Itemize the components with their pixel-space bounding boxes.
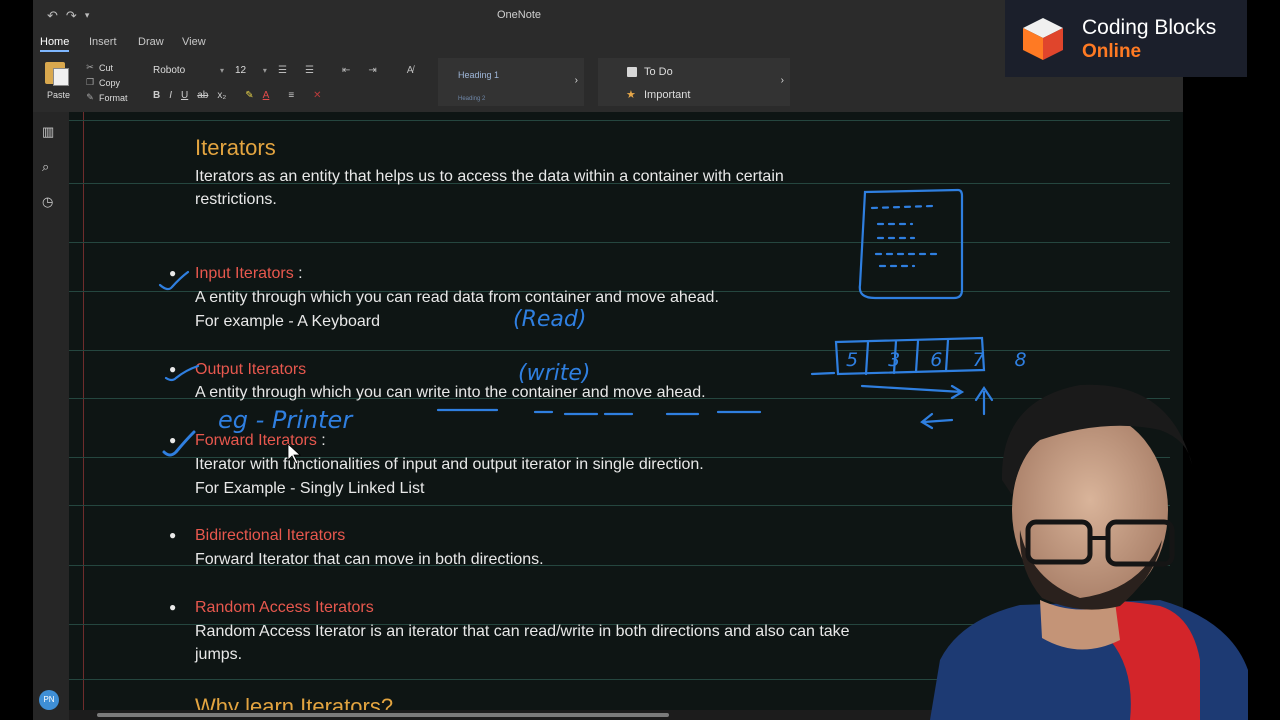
- tab-draw[interactable]: Draw: [138, 36, 164, 48]
- brush-icon: ✎: [86, 92, 94, 102]
- copy-button[interactable]: ❐ Copy: [85, 75, 128, 90]
- star-icon: ★: [626, 89, 636, 101]
- scrollbar-thumb[interactable]: [97, 713, 669, 717]
- style-heading-1[interactable]: Heading 1: [458, 70, 499, 80]
- tab-insert[interactable]: Insert: [89, 36, 117, 48]
- section-line: For example - A Keyboard: [195, 313, 380, 330]
- presenter-webcam: [930, 384, 1248, 720]
- paste-icon: [45, 62, 69, 86]
- styles-gallery[interactable]: Heading 1 Heading 2 ›: [438, 58, 584, 106]
- section-line: jumps.: [195, 646, 243, 663]
- style-heading-2[interactable]: Heading 2: [458, 96, 485, 102]
- format-painter-button[interactable]: ✎ Format: [85, 90, 128, 105]
- section-heading: Forward Iterators :: [195, 429, 326, 453]
- recent-icon[interactable]: ◷: [42, 194, 53, 210]
- next-section-title: Why learn Iterators?: [195, 694, 394, 710]
- section-heading: Output Iterators: [195, 358, 306, 382]
- rule-line: [69, 242, 1170, 243]
- format-label: Format: [99, 92, 128, 103]
- font-name-value: Roboto: [153, 65, 186, 76]
- logo-line-2: Online: [1082, 41, 1142, 62]
- section-line: A entity through which you can read data…: [195, 289, 719, 306]
- clear-format-icon[interactable]: A̸: [407, 65, 414, 76]
- section-line: Iterator with functionalities of input a…: [195, 456, 704, 473]
- checkbox-icon: [627, 67, 637, 77]
- italic-button[interactable]: I: [169, 90, 172, 101]
- brand-logo: Coding Blocks Online: [1005, 0, 1247, 77]
- cube-logo-icon: [1023, 18, 1063, 60]
- delete-icon[interactable]: ✕: [313, 90, 321, 101]
- font-size-dropdown[interactable]: 12 ▾: [235, 65, 267, 76]
- bullet-icon: ●: [169, 433, 177, 447]
- tags-gallery[interactable]: To Do ★ Important ›: [598, 58, 790, 106]
- tag-important[interactable]: Important: [644, 89, 690, 101]
- copy-label: Copy: [99, 77, 121, 88]
- font-size-value: 12: [235, 65, 247, 76]
- page-title: Iterators: [195, 135, 276, 160]
- section-line: For Example - Singly Linked List: [195, 480, 425, 497]
- section-heading-suffix: :: [316, 432, 326, 449]
- tab-home[interactable]: Home: [40, 36, 70, 52]
- section-heading: Bidirectional Iterators: [195, 524, 345, 548]
- indent-icon[interactable]: ⇥: [368, 65, 376, 76]
- section-line: A entity through which you can write int…: [195, 384, 706, 401]
- notebooks-icon[interactable]: ▥: [42, 124, 54, 140]
- list-buttons: ☰ ☰ ⇤ ⇥ A̸: [278, 65, 413, 76]
- cut-label: Cut: [99, 62, 114, 73]
- search-icon[interactable]: ⌕: [42, 159, 49, 175]
- outdent-icon[interactable]: ⇤: [342, 65, 350, 76]
- section-heading-text: Bidirectional Iterators: [195, 527, 346, 544]
- paste-label: Paste: [47, 90, 71, 100]
- tag-todo[interactable]: To Do: [644, 66, 673, 78]
- bullet-icon: ●: [169, 528, 177, 542]
- format-buttons: B I U ab x₂ ✎ A ≡ ✕: [153, 90, 322, 101]
- tab-view[interactable]: View: [182, 36, 206, 48]
- margin-line: [83, 112, 84, 710]
- section-heading-suffix: :: [293, 265, 303, 282]
- section-heading: Random Access Iterators: [195, 596, 374, 620]
- section-line: Forward Iterator that can move in both d…: [195, 551, 544, 568]
- logo-line-1: Coding Blocks: [1082, 16, 1217, 39]
- left-nav: ▥ ⌕ ◷ PN: [33, 112, 69, 720]
- rule-line: [69, 120, 1170, 121]
- font-color-icon[interactable]: A: [263, 90, 270, 101]
- intro-line-1: Iterators as an entity that helps us to …: [195, 168, 784, 185]
- numbering-icon[interactable]: ☰: [305, 65, 314, 76]
- copy-icon: ❐: [85, 77, 95, 87]
- section-heading-text: Input Iterators: [195, 265, 294, 282]
- paste-button[interactable]: Paste: [39, 58, 77, 104]
- bold-button[interactable]: B: [153, 90, 160, 101]
- section-heading-text: Output Iterators: [195, 361, 307, 378]
- avatar[interactable]: PN: [39, 690, 59, 710]
- intro-line-2: restrictions.: [195, 191, 277, 208]
- highlight-icon[interactable]: ✎: [245, 90, 253, 101]
- bullet-icon: ●: [169, 266, 177, 280]
- chevron-down-icon: ▾: [220, 66, 225, 75]
- bullet-icon: ●: [169, 362, 177, 376]
- strikethrough-button[interactable]: ab: [197, 90, 208, 101]
- underline-button[interactable]: U: [181, 90, 188, 101]
- title-bar: ↶ ↷ ▾ OneNote: [33, 0, 1005, 32]
- section-heading: Input Iterators :: [195, 262, 303, 286]
- app-title: OneNote: [496, 9, 542, 21]
- scissors-icon: ✂: [86, 62, 94, 72]
- bullet-icon: ●: [169, 600, 177, 614]
- chevron-right-icon[interactable]: ›: [575, 75, 578, 86]
- cut-button[interactable]: ✂ Cut: [85, 60, 128, 75]
- clipboard-group: ✂ Cut ❐ Copy ✎ Format: [85, 60, 128, 105]
- bullets-icon[interactable]: ☰: [278, 65, 287, 76]
- section-heading-text: Forward Iterators: [195, 432, 317, 449]
- subscript-icon[interactable]: x₂: [217, 90, 226, 101]
- chevron-right-icon[interactable]: ›: [781, 75, 784, 86]
- font-name-dropdown[interactable]: Roboto ▾: [153, 65, 224, 76]
- chevron-down-icon: ▾: [262, 66, 267, 75]
- align-icon[interactable]: ≡: [288, 90, 294, 101]
- section-heading-text: Random Access Iterators: [195, 599, 374, 616]
- rule-line: [69, 350, 1170, 351]
- section-line: Random Access Iterator is an iterator th…: [195, 623, 850, 640]
